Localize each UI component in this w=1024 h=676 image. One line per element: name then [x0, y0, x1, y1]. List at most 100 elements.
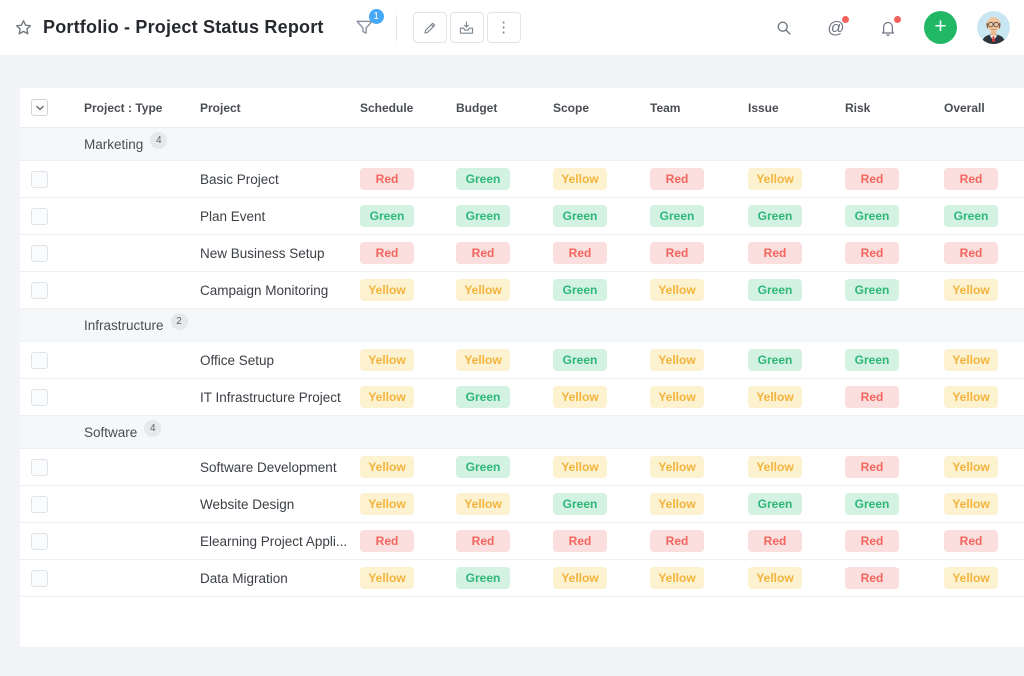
column-header-schedule[interactable]: Schedule [360, 101, 456, 115]
status-badge[interactable]: Green [553, 205, 607, 227]
status-badge[interactable]: Green [748, 279, 802, 301]
status-badge[interactable]: Yellow [944, 493, 998, 515]
status-badge[interactable]: Green [845, 349, 899, 371]
row-checkbox[interactable] [31, 459, 48, 476]
status-badge[interactable]: Red [845, 242, 899, 264]
group-row-software[interactable]: Software4 [20, 416, 1024, 449]
column-header-project-type[interactable]: Project : Type [84, 101, 200, 115]
table-row-campaign-monitoring[interactable]: Campaign MonitoringYellowYellowGreenYell… [20, 272, 1024, 309]
status-badge[interactable]: Green [456, 386, 510, 408]
table-row-basic-project[interactable]: Basic ProjectRedGreenYellowRedYellowRedR… [20, 161, 1024, 198]
favorite-star-icon[interactable] [12, 17, 34, 39]
project-name[interactable]: Software Development [200, 460, 360, 475]
status-badge[interactable]: Yellow [456, 493, 510, 515]
status-badge[interactable]: Red [845, 567, 899, 589]
status-badge[interactable]: Yellow [944, 349, 998, 371]
status-badge[interactable]: Red [944, 168, 998, 190]
status-badge[interactable]: Red [360, 168, 414, 190]
status-badge[interactable]: Yellow [944, 456, 998, 478]
column-header-risk[interactable]: Risk [845, 101, 944, 115]
status-badge[interactable]: Red [553, 242, 607, 264]
status-badge[interactable]: Red [360, 242, 414, 264]
status-badge[interactable]: Red [748, 530, 802, 552]
status-badge[interactable]: Yellow [650, 386, 704, 408]
row-checkbox[interactable] [31, 171, 48, 188]
status-badge[interactable]: Red [845, 386, 899, 408]
status-badge[interactable]: Red [456, 530, 510, 552]
filter-button[interactable]: 1 [352, 15, 378, 41]
status-badge[interactable]: Yellow [553, 168, 607, 190]
status-badge[interactable]: Yellow [748, 456, 802, 478]
column-header-team[interactable]: Team [650, 101, 748, 115]
project-name[interactable]: Website Design [200, 497, 360, 512]
column-header-project[interactable]: Project [200, 101, 360, 115]
column-header-overall[interactable]: Overall [944, 101, 1024, 115]
status-badge[interactable]: Green [650, 205, 704, 227]
status-badge[interactable]: Green [748, 349, 802, 371]
row-checkbox[interactable] [31, 533, 48, 550]
status-badge[interactable]: Yellow [650, 493, 704, 515]
status-badge[interactable]: Yellow [360, 349, 414, 371]
more-options-button[interactable]: ⋮ [487, 12, 521, 43]
project-name[interactable]: Campaign Monitoring [200, 283, 360, 298]
table-row-website-design[interactable]: Website DesignYellowYellowGreenYellowGre… [20, 486, 1024, 523]
table-row-it-infrastructure-project[interactable]: IT Infrastructure ProjectYellowGreenYell… [20, 379, 1024, 416]
status-badge[interactable]: Yellow [360, 493, 414, 515]
status-badge[interactable]: Red [845, 456, 899, 478]
status-badge[interactable]: Red [944, 242, 998, 264]
notifications-button[interactable] [876, 16, 900, 40]
status-badge[interactable]: Yellow [748, 386, 802, 408]
status-badge[interactable]: Green [456, 456, 510, 478]
user-avatar[interactable] [977, 11, 1010, 44]
status-badge[interactable]: Yellow [650, 279, 704, 301]
project-name[interactable]: IT Infrastructure Project [200, 390, 360, 405]
status-badge[interactable]: Yellow [553, 567, 607, 589]
row-checkbox[interactable] [31, 282, 48, 299]
table-row-data-migration[interactable]: Data MigrationYellowGreenYellowYellowYel… [20, 560, 1024, 597]
status-badge[interactable]: Red [944, 530, 998, 552]
status-badge[interactable]: Green [748, 493, 802, 515]
status-badge[interactable]: Green [456, 567, 510, 589]
status-badge[interactable]: Yellow [748, 567, 802, 589]
edit-button[interactable] [413, 12, 447, 43]
status-badge[interactable]: Yellow [360, 279, 414, 301]
column-header-budget[interactable]: Budget [456, 101, 553, 115]
status-badge[interactable]: Red [748, 242, 802, 264]
status-badge[interactable]: Yellow [360, 386, 414, 408]
status-badge[interactable]: Yellow [456, 279, 510, 301]
status-badge[interactable]: Red [553, 530, 607, 552]
group-row-marketing[interactable]: Marketing4 [20, 128, 1024, 161]
status-badge[interactable]: Red [650, 168, 704, 190]
column-header-issue[interactable]: Issue [748, 101, 845, 115]
status-badge[interactable]: Red [650, 242, 704, 264]
group-row-infrastructure[interactable]: Infrastructure2 [20, 309, 1024, 342]
status-badge[interactable]: Yellow [944, 279, 998, 301]
status-badge[interactable]: Green [748, 205, 802, 227]
status-badge[interactable]: Green [845, 205, 899, 227]
mentions-button[interactable]: @ [824, 16, 848, 40]
status-badge[interactable]: Yellow [748, 168, 802, 190]
table-row-elearning-project-appli[interactable]: Elearning Project Appli...RedRedRedRedRe… [20, 523, 1024, 560]
status-badge[interactable]: Red [650, 530, 704, 552]
status-badge[interactable]: Green [456, 168, 510, 190]
row-checkbox[interactable] [31, 245, 48, 262]
table-row-office-setup[interactable]: Office SetupYellowYellowGreenYellowGreen… [20, 342, 1024, 379]
status-badge[interactable]: Red [360, 530, 414, 552]
row-checkbox[interactable] [31, 389, 48, 406]
row-checkbox[interactable] [31, 570, 48, 587]
status-badge[interactable]: Green [360, 205, 414, 227]
project-name[interactable]: Office Setup [200, 353, 360, 368]
row-checkbox[interactable] [31, 496, 48, 513]
status-badge[interactable]: Red [845, 168, 899, 190]
select-all-checkbox[interactable] [31, 99, 48, 116]
project-name[interactable]: Elearning Project Appli... [200, 534, 360, 549]
status-badge[interactable]: Green [553, 493, 607, 515]
row-checkbox[interactable] [31, 352, 48, 369]
table-row-software-development[interactable]: Software DevelopmentYellowGreenYellowYel… [20, 449, 1024, 486]
status-badge[interactable]: Yellow [944, 386, 998, 408]
status-badge[interactable]: Green [944, 205, 998, 227]
export-button[interactable] [450, 12, 484, 43]
project-name[interactable]: Plan Event [200, 209, 360, 224]
table-row-new-business-setup[interactable]: New Business SetupRedRedRedRedRedRedRed [20, 235, 1024, 272]
column-header-scope[interactable]: Scope [553, 101, 650, 115]
